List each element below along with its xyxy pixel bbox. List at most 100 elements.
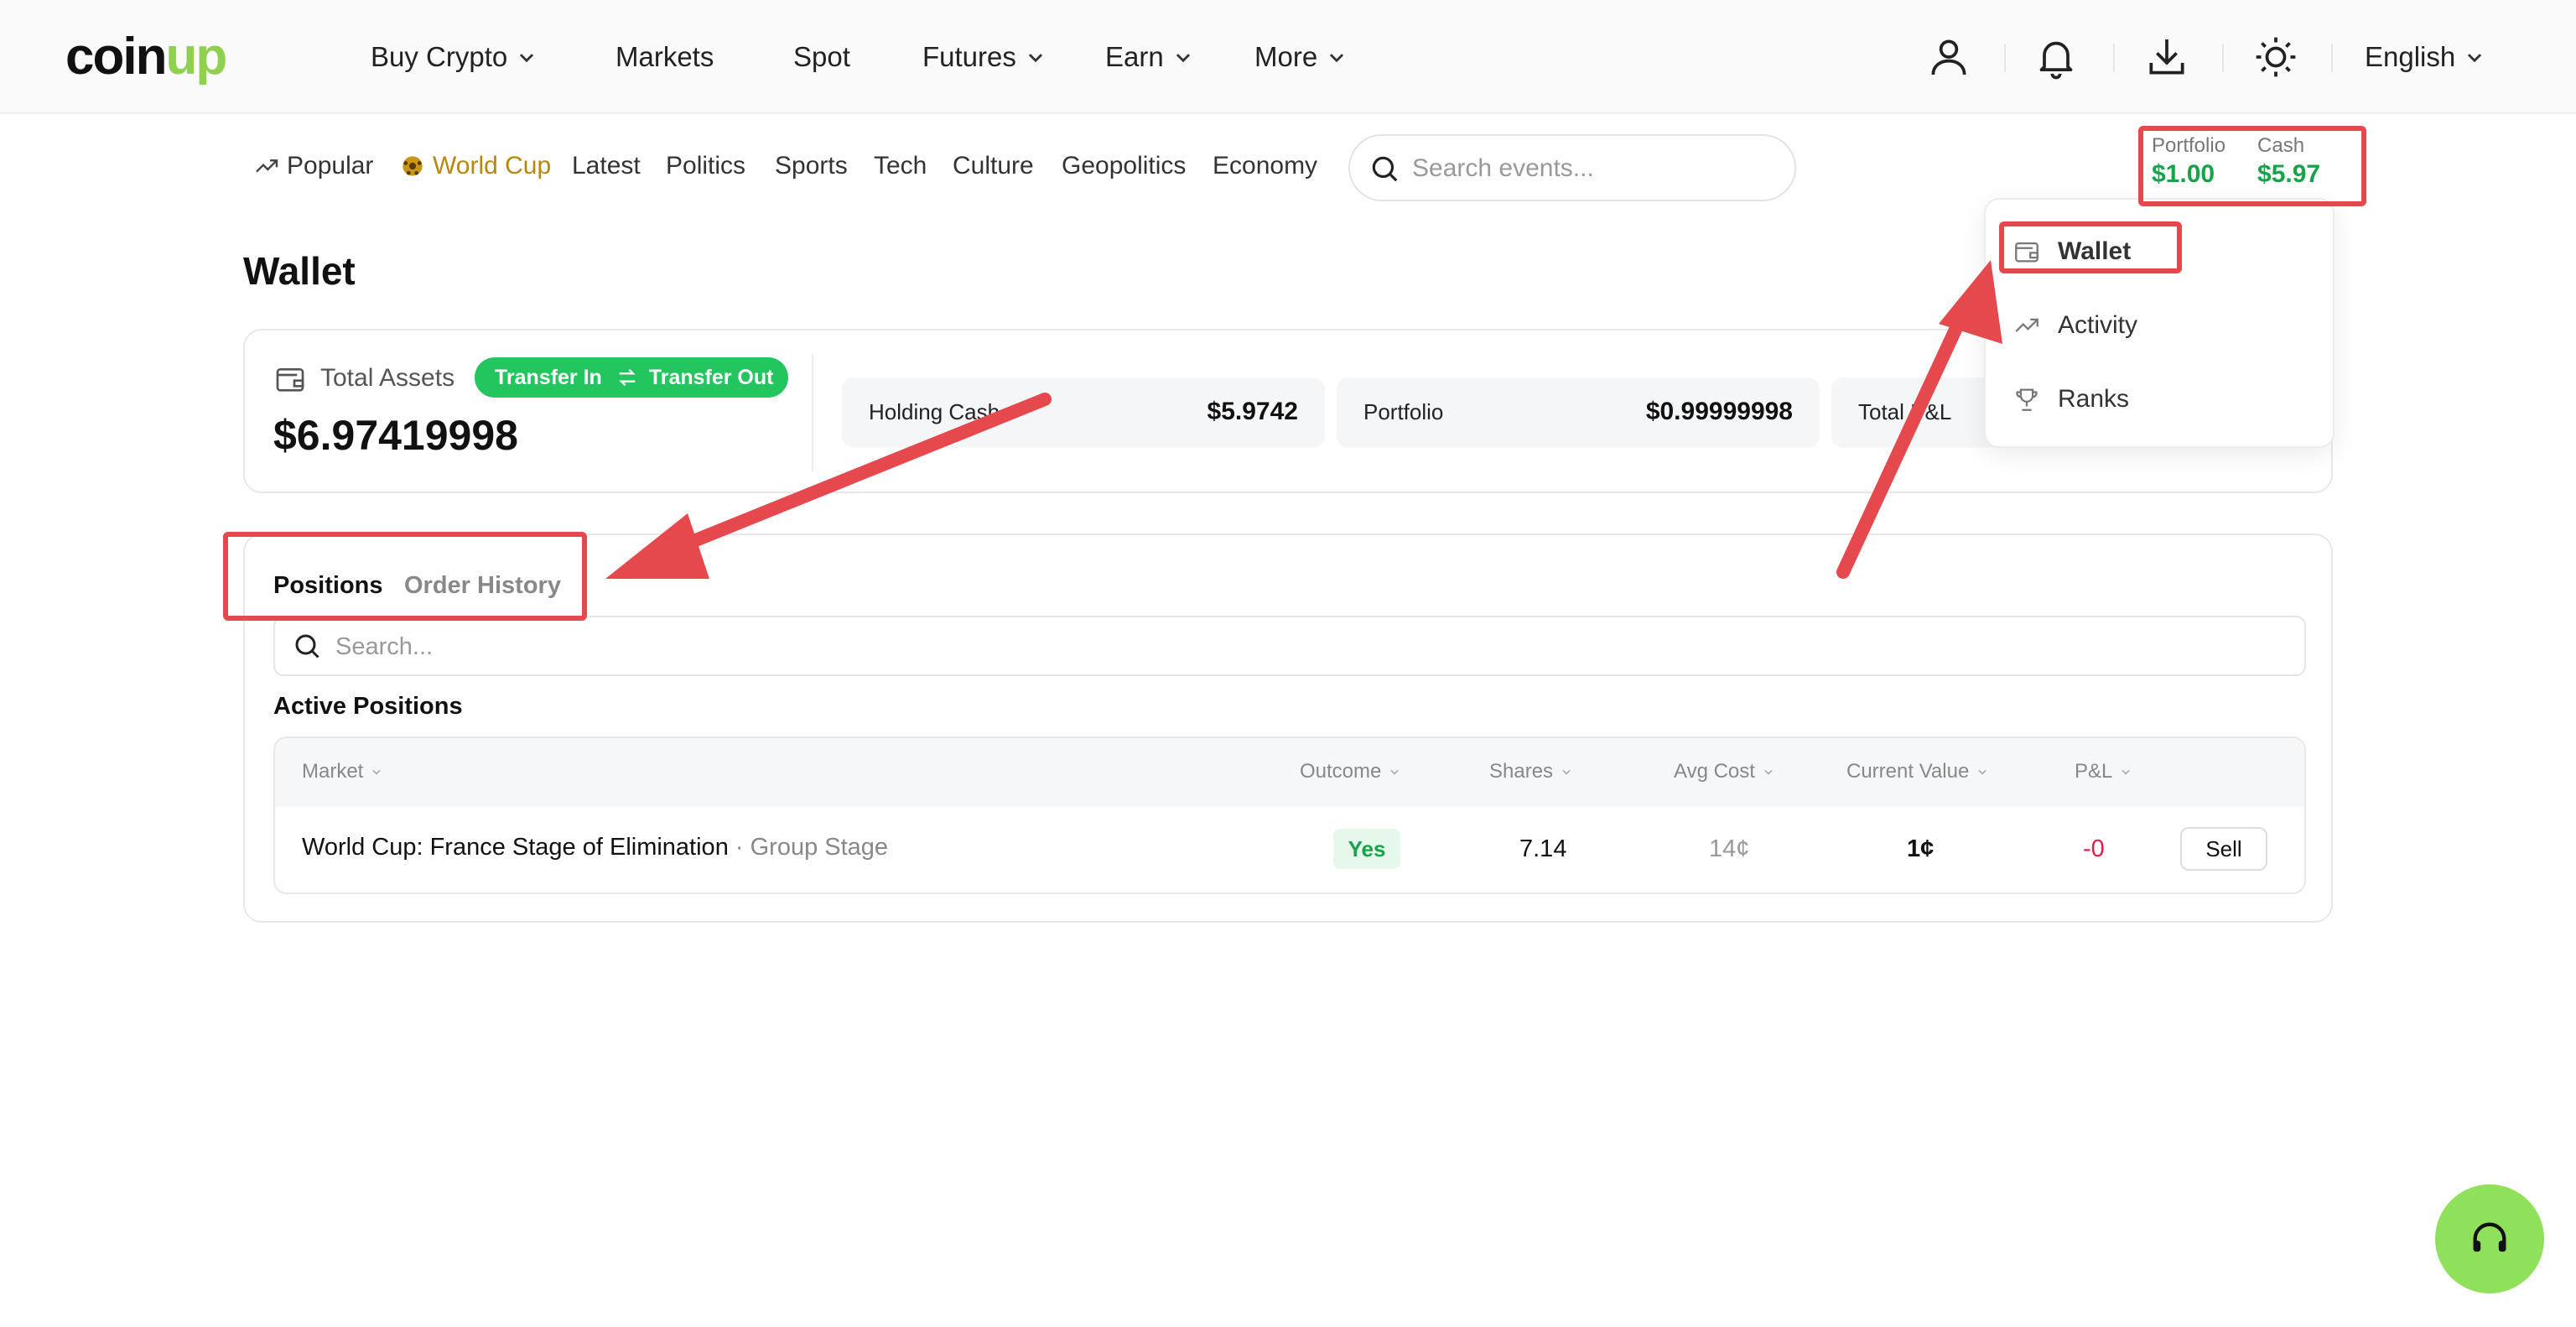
assets-separator	[812, 354, 813, 471]
trending-icon	[256, 159, 278, 173]
chevron-down-icon	[520, 54, 534, 63]
nav-separator	[2331, 44, 2333, 72]
chevron-down-icon	[1390, 769, 1400, 775]
coinup-logo[interactable]: coin up	[65, 28, 227, 86]
page-title: Wallet	[243, 249, 356, 293]
column-avg-cost[interactable]: Avg Cost	[1674, 760, 1777, 783]
chevron-down-icon	[2468, 54, 2482, 63]
account-dropdown-menu: Wallet Activity Ranks	[1984, 198, 2334, 448]
nav-separator	[2113, 44, 2115, 72]
table-header: Market Outcome Shares Avg Cost Current V…	[275, 738, 2304, 807]
cash-value: $5.97	[2257, 160, 2321, 188]
tab-positions[interactable]: Positions	[273, 572, 383, 600]
nav-earn[interactable]: Earn	[1105, 37, 1197, 77]
total-assets-value: $6.97419998	[273, 412, 518, 459]
support-chat-button[interactable]	[2435, 1184, 2544, 1293]
nav-markets[interactable]: Markets	[615, 37, 714, 77]
chevron-down-icon	[1978, 769, 1987, 775]
category-geopolitics[interactable]: Geopolitics	[1062, 146, 1186, 186]
page-root: { "brand": {"logo_part1": "coin", "logo_…	[0, 0, 2576, 1327]
chevron-down-icon	[2122, 769, 2131, 775]
menu-item-activity-label: Activity	[2058, 311, 2138, 339]
portfolio-value: $1.00	[2152, 160, 2215, 188]
category-latest-label: Latest	[572, 152, 641, 180]
chevron-down-icon	[1764, 769, 1773, 775]
market-name: World Cup: France Stage of Elimination	[302, 834, 729, 861]
stat-holding-cash-value: $5.9742	[1207, 398, 1298, 425]
category-latest[interactable]: Latest	[572, 146, 641, 186]
logo-text-coin: coin	[65, 28, 167, 86]
chevron-down-icon	[1562, 769, 1571, 775]
category-sports[interactable]: Sports	[775, 146, 848, 186]
swap-arrows-icon	[619, 368, 636, 387]
menu-item-ranks-label: Ranks	[2058, 385, 2130, 413]
category-culture-label: Culture	[953, 152, 1034, 180]
transfer-out-button[interactable]: Transfer Out	[649, 366, 774, 390]
category-geopolitics-label: Geopolitics	[1062, 152, 1187, 180]
category-world-cup-label: World Cup	[433, 152, 552, 180]
nav-earn-label: Earn	[1105, 41, 1164, 72]
nav-buy-crypto[interactable]: Buy Crypto	[371, 37, 541, 77]
column-market[interactable]: Market	[302, 760, 385, 783]
nav-spot-label: Spot	[793, 41, 850, 72]
total-assets-label: Total Assets	[320, 364, 455, 392]
menu-item-ranks[interactable]: Ranks	[2012, 381, 2129, 418]
column-pnl[interactable]: P&L	[2075, 760, 2134, 783]
cash-label: Cash	[2257, 134, 2305, 157]
cash-balance: Cash $5.97	[2257, 134, 2320, 200]
market-stage: · Group Stage	[735, 834, 889, 861]
category-tech[interactable]: Tech	[874, 146, 927, 186]
category-politics-label: Politics	[666, 152, 746, 180]
chevron-down-icon	[1330, 54, 1344, 63]
column-market-label: Market	[302, 760, 364, 783]
balance-summary[interactable]: Portfolio $1.00 Cash $5.97	[2152, 134, 2345, 200]
positions-search-input[interactable]	[335, 627, 2264, 666]
cell-pnl: -0	[2083, 835, 2105, 862]
column-current-value[interactable]: Current Value	[1846, 760, 1991, 783]
language-selector[interactable]: English	[2365, 37, 2489, 77]
category-economy[interactable]: Economy	[1213, 146, 1317, 186]
column-outcome[interactable]: Outcome	[1300, 760, 1403, 783]
positions-card: Positions Order History Active Positions…	[243, 533, 2333, 923]
trophy-icon	[2016, 388, 2038, 411]
wallet-icon	[2015, 242, 2038, 263]
chevron-down-icon	[372, 769, 382, 775]
top-navigation-bar: coin up Buy Crypto Markets Spot Futures E…	[0, 0, 2576, 114]
bell-icon[interactable]	[2033, 34, 2080, 81]
transfer-in-button[interactable]: Transfer In	[495, 366, 602, 390]
search-icon	[295, 634, 319, 658]
nav-more[interactable]: More	[1254, 37, 1351, 77]
positions-search-box	[273, 616, 2306, 676]
chevron-down-icon	[1176, 54, 1190, 63]
nav-futures[interactable]: Futures	[922, 37, 1050, 77]
category-politics[interactable]: Politics	[666, 146, 745, 186]
stat-holding-cash: Holding Cash $5.9742	[842, 377, 1325, 448]
column-outcome-label: Outcome	[1300, 760, 1382, 783]
column-shares[interactable]: Shares	[1489, 760, 1575, 783]
trend-icon	[2015, 318, 2038, 332]
category-tech-label: Tech	[874, 152, 927, 180]
category-sports-label: Sports	[775, 152, 848, 180]
category-world-cup[interactable]: World Cup	[401, 146, 551, 186]
menu-item-activity[interactable]: Activity	[2012, 307, 2137, 344]
category-popular[interactable]: Popular	[253, 146, 373, 186]
download-icon[interactable]	[2143, 34, 2190, 81]
menu-item-wallet[interactable]: Wallet	[2012, 233, 2131, 270]
category-popular-label: Popular	[287, 152, 374, 180]
nav-buy-crypto-label: Buy Crypto	[371, 41, 508, 72]
user-icon[interactable]	[1925, 34, 1972, 81]
search-events-input[interactable]	[1412, 148, 1781, 190]
nav-markets-label: Markets	[615, 41, 714, 72]
nav-spot[interactable]: Spot	[793, 37, 850, 77]
nav-separator	[2004, 44, 2006, 72]
chevron-down-icon	[1028, 54, 1042, 63]
wallet-icon	[276, 368, 304, 392]
tab-order-history[interactable]: Order History	[404, 572, 561, 600]
transfer-buttons: Transfer In Transfer Out	[475, 357, 788, 398]
cell-market[interactable]: World Cup: France Stage of Elimination ·…	[302, 834, 888, 861]
cell-shares: 7.14	[1519, 835, 1567, 862]
sell-button[interactable]: Sell	[2180, 827, 2267, 871]
theme-sun-icon[interactable]	[2252, 34, 2299, 81]
category-culture[interactable]: Culture	[953, 146, 1034, 186]
portfolio-balance: Portfolio $1.00	[2152, 134, 2225, 200]
